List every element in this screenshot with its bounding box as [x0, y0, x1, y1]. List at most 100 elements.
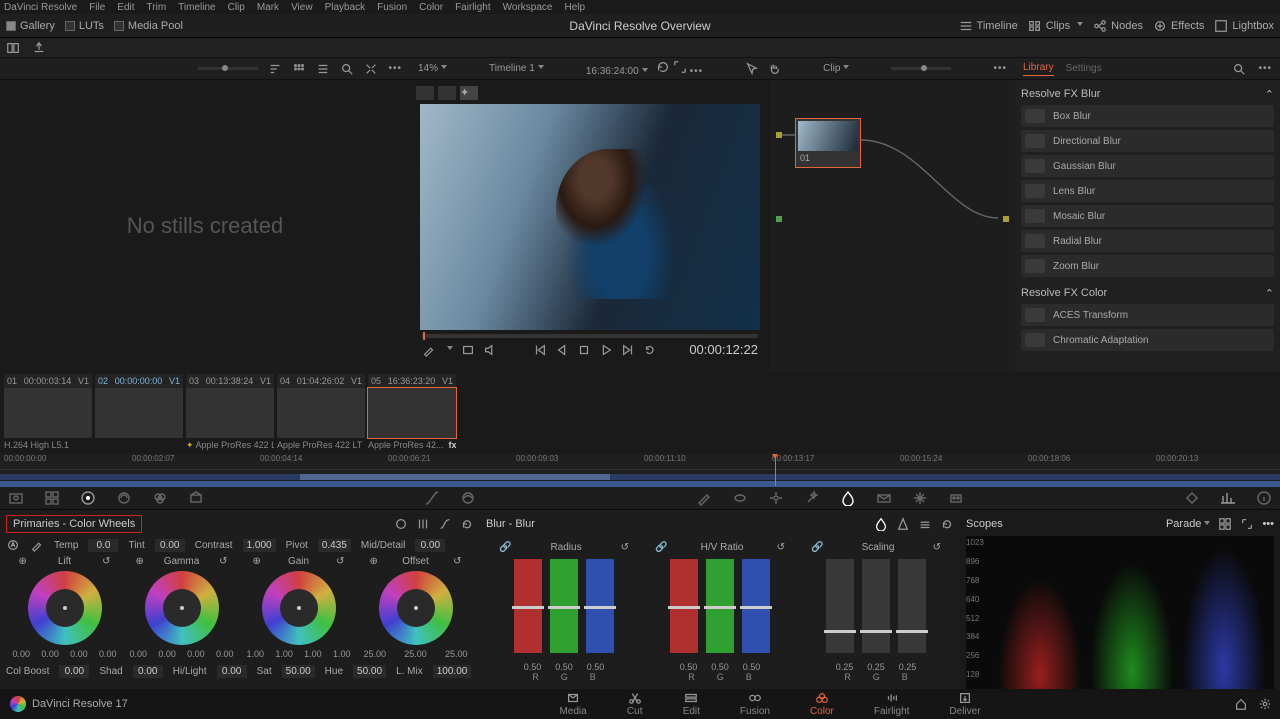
page-media[interactable]: Media: [559, 691, 586, 717]
wheel-lift[interactable]: ⊕Lift↺0.000.000.000.00: [9, 556, 121, 659]
mediapool-toggle[interactable]: Media Pool: [114, 20, 183, 32]
list-icon[interactable]: [316, 62, 330, 76]
clip-thumb[interactable]: 0516:36:23:20V1Apple ProRes 42... fx: [368, 374, 456, 452]
prev-clip-icon[interactable]: [533, 343, 547, 357]
page-deliver[interactable]: Deliver: [949, 691, 980, 717]
gallery-toggle[interactable]: Gallery: [6, 20, 55, 32]
viewer-scrub[interactable]: [422, 334, 758, 338]
scope-more-icon[interactable]: •••: [1262, 518, 1274, 530]
slider2[interactable]: [891, 67, 951, 70]
nodes-toggle[interactable]: Nodes: [1093, 19, 1143, 33]
scope-mode[interactable]: Parade: [1166, 518, 1210, 530]
key-icon[interactable]: [876, 490, 892, 506]
curves-icon[interactable]: [424, 490, 440, 506]
color-match-icon[interactable]: [44, 490, 60, 506]
picker2-icon[interactable]: [30, 538, 44, 552]
blur-hvratio[interactable]: 🔗H/V Ratio↺0.500.500.50RGB: [645, 538, 795, 682]
clip-thumb[interactable]: 0100:00:03:14V1H.264 High L5.1: [4, 374, 92, 452]
menu-help[interactable]: Help: [564, 2, 585, 13]
scopes-icon[interactable]: [1220, 490, 1236, 506]
collapse-icon[interactable]: ⌃: [1265, 88, 1274, 101]
timeline-toggle[interactable]: Timeline: [959, 19, 1018, 33]
step-back-icon[interactable]: [555, 343, 569, 357]
menu-workspace[interactable]: Workspace: [503, 2, 553, 13]
expand2-icon[interactable]: [673, 60, 687, 74]
wheel-gain[interactable]: ⊕Gain↺1.001.001.001.00: [243, 556, 355, 659]
picker-icon[interactable]: [422, 343, 436, 357]
reset-icon[interactable]: [460, 517, 474, 531]
wheels-mode-icon[interactable]: [394, 517, 408, 531]
more-icon[interactable]: •••: [388, 63, 402, 74]
blur-drop-icon[interactable]: [874, 517, 888, 531]
sizing-icon[interactable]: [912, 490, 928, 506]
mini-timeline[interactable]: 00:00:00:0000:00:02:0700:00:04:1400:00:0…: [0, 454, 1280, 486]
menu-clip[interactable]: Clip: [228, 2, 245, 13]
fx-item[interactable]: Lens Blur: [1021, 180, 1274, 202]
stop-icon[interactable]: [577, 343, 591, 357]
3d-icon[interactable]: [948, 490, 964, 506]
fx-item[interactable]: Box Blur: [1021, 105, 1274, 127]
rgb-mixer-icon[interactable]: [152, 490, 168, 506]
clip-dropdown[interactable]: Clip: [823, 63, 849, 74]
sharpen-icon[interactable]: [896, 517, 910, 531]
fx-color-header[interactable]: Resolve FX Color: [1021, 287, 1107, 300]
more2-icon[interactable]: •••: [690, 66, 704, 77]
page-edit[interactable]: Edit: [683, 691, 700, 717]
luts-toggle[interactable]: LUTs: [65, 20, 104, 32]
magic-icon[interactable]: [804, 490, 820, 506]
settings-icon[interactable]: [1258, 697, 1272, 711]
loop2-icon[interactable]: [643, 343, 657, 357]
motion-icon[interactable]: [188, 490, 204, 506]
fx-item[interactable]: Gaussian Blur: [1021, 155, 1274, 177]
wheels-icon[interactable]: [80, 490, 96, 506]
loop-icon[interactable]: [461, 343, 475, 357]
more3-icon[interactable]: •••: [993, 63, 1007, 74]
wheel-offset[interactable]: ⊕Offset↺25.0025.0025.00: [360, 556, 472, 659]
menu-timeline[interactable]: Timeline: [178, 2, 215, 13]
page-color[interactable]: Color: [810, 691, 834, 717]
scope-expand-icon[interactable]: [1240, 517, 1254, 531]
fx-item[interactable]: Radial Blur: [1021, 230, 1274, 252]
viewer-mode-1[interactable]: [416, 86, 434, 100]
fx-item[interactable]: Zoom Blur: [1021, 255, 1274, 277]
menu-davinciresolve[interactable]: DaVinci Resolve: [4, 2, 77, 13]
clips-toggle[interactable]: Clips: [1028, 19, 1083, 33]
home-icon[interactable]: [1234, 697, 1248, 711]
info-icon[interactable]: [1256, 490, 1272, 506]
page-fusion[interactable]: Fusion: [740, 691, 770, 717]
fx-item[interactable]: ACES Transform: [1021, 304, 1274, 326]
fx-item[interactable]: Chromatic Adaptation: [1021, 329, 1274, 351]
clip-thumbnails[interactable]: 0100:00:03:14V1H.264 High L5.10200:00:00…: [0, 372, 1280, 454]
menu-edit[interactable]: Edit: [117, 2, 134, 13]
hand-icon[interactable]: [767, 62, 781, 76]
reset-blur-icon[interactable]: [940, 517, 954, 531]
wheel-gamma[interactable]: ⊕Gamma↺0.000.000.000.00: [126, 556, 238, 659]
menu-bar[interactable]: DaVinci ResolveFileEditTrimTimelineClipM…: [0, 0, 1280, 14]
search-icon[interactable]: [340, 62, 354, 76]
tab-settings[interactable]: Settings: [1066, 63, 1102, 74]
clip-thumb[interactable]: 0300:13:38:24V1✦ Apple ProRes 422 LT: [186, 374, 274, 452]
window-icon[interactable]: [732, 490, 748, 506]
blur-icon[interactable]: [840, 490, 856, 506]
mist-icon[interactable]: [918, 517, 932, 531]
qualifier-icon[interactable]: [696, 490, 712, 506]
export-icon[interactable]: [32, 41, 46, 55]
play-icon[interactable]: [599, 343, 613, 357]
viewer-image[interactable]: [420, 104, 760, 330]
viewer-timecode[interactable]: 16:36:24:00: [586, 66, 639, 77]
sort-icon[interactable]: [268, 62, 282, 76]
page-fairlight[interactable]: Fairlight: [874, 691, 910, 717]
scope-opt1-icon[interactable]: [1218, 517, 1232, 531]
split-icon[interactable]: [6, 41, 20, 55]
more4-icon[interactable]: •••: [1258, 63, 1272, 74]
menu-color[interactable]: Color: [419, 2, 443, 13]
fx-item[interactable]: Directional Blur: [1021, 130, 1274, 152]
viewer-mode-2[interactable]: [438, 86, 456, 100]
zoom-pct[interactable]: 14%: [418, 63, 447, 74]
slider-dot[interactable]: [198, 67, 258, 70]
tracker-icon[interactable]: [768, 490, 784, 506]
menu-trim[interactable]: Trim: [147, 2, 167, 13]
tab-library[interactable]: Library: [1023, 62, 1054, 76]
node-graph[interactable]: 01: [770, 80, 1015, 372]
grid-icon[interactable]: [292, 62, 306, 76]
